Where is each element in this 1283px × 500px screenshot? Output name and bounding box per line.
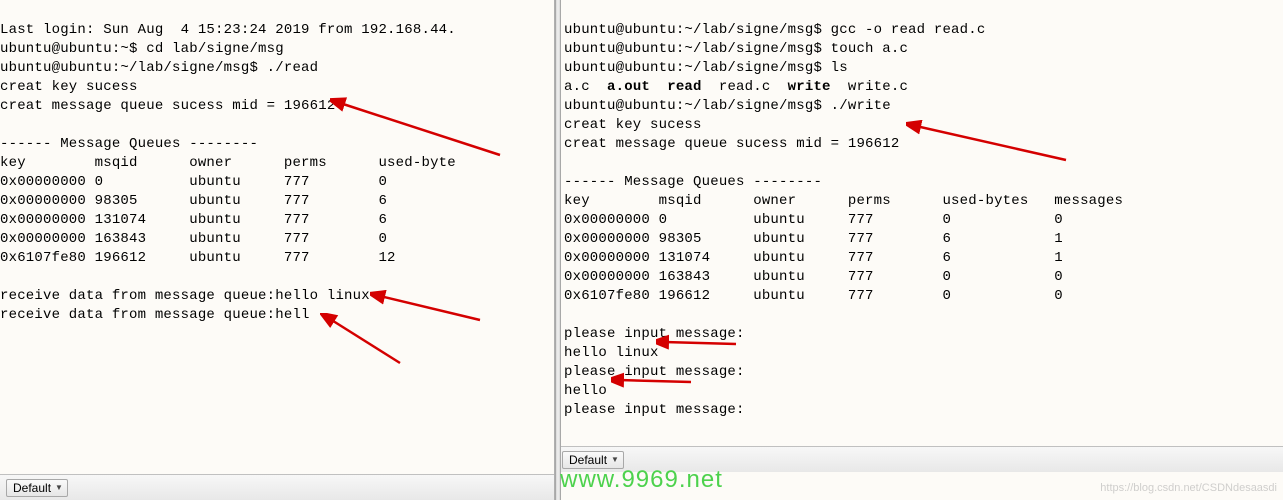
term-line: receive data from message queue:hello li… xyxy=(0,288,370,304)
term-line: a.c a.out read read.c write write.c xyxy=(564,79,908,95)
term-line: 0x00000000 0 ubuntu 777 0 xyxy=(0,174,387,190)
term-line: ubuntu@ubuntu:~/lab/signe/msg$ gcc -o re… xyxy=(564,22,985,38)
pane-divider[interactable] xyxy=(555,0,561,500)
term-line: ------ Message Queues -------- xyxy=(0,136,258,152)
status-bar-left: Default ▼ xyxy=(0,474,554,500)
term-line: key msqid owner perms used-bytes message… xyxy=(564,193,1123,209)
term-line: Last login: Sun Aug 4 15:23:24 2019 from… xyxy=(0,22,456,38)
terminal-pane-left: Last login: Sun Aug 4 15:23:24 2019 from… xyxy=(0,0,555,500)
term-line: 0x00000000 98305 ubuntu 777 6 xyxy=(0,193,387,209)
term-line: please input message: xyxy=(564,364,745,380)
term-line: hello xyxy=(564,383,607,399)
dropdown-label: Default xyxy=(13,481,51,495)
status-bar-right: Default ▼ xyxy=(556,446,1283,472)
term-line: creat key sucess xyxy=(564,117,702,133)
term-line: ubuntu@ubuntu:~/lab/signe/msg$ ls xyxy=(564,60,848,76)
term-line: please input message: xyxy=(564,326,745,342)
term-line: hello linux xyxy=(564,345,659,361)
term-line: ------ Message Queues -------- xyxy=(564,174,822,190)
term-line: ubuntu@ubuntu:~/lab/signe/msg$ ./write xyxy=(564,98,891,114)
term-line: creat message queue sucess mid = 196612 xyxy=(0,98,335,114)
term-line: creat message queue sucess mid = 196612 xyxy=(564,136,899,152)
term-line: 0x00000000 163843 ubuntu 777 0 0 xyxy=(564,269,1063,285)
term-line: creat key sucess xyxy=(0,79,138,95)
term-line: 0x00000000 131074 ubuntu 777 6 1 xyxy=(564,250,1063,266)
term-line: ubuntu@ubuntu:~$ cd lab/signe/msg xyxy=(0,41,284,57)
term-line: key msqid owner perms used-byte xyxy=(0,155,456,171)
terminal-output-left[interactable]: Last login: Sun Aug 4 15:23:24 2019 from… xyxy=(0,0,554,327)
term-line: ubuntu@ubuntu:~/lab/signe/msg$ touch a.c xyxy=(564,41,908,57)
dropdown-label: Default xyxy=(569,453,607,467)
terminal-pane-right: ubuntu@ubuntu:~/lab/signe/msg$ gcc -o re… xyxy=(556,0,1283,500)
term-line: receive data from message queue:hell xyxy=(0,307,310,323)
term-line: 0x00000000 163843 ubuntu 777 0 xyxy=(0,231,387,247)
terminal-output-right[interactable]: ubuntu@ubuntu:~/lab/signe/msg$ gcc -o re… xyxy=(556,0,1283,422)
term-line: 0x6107fe80 196612 ubuntu 777 12 xyxy=(0,250,396,266)
term-line: please input message: xyxy=(564,402,745,418)
chevron-down-icon: ▼ xyxy=(55,483,63,492)
profile-dropdown[interactable]: Default ▼ xyxy=(562,451,624,469)
term-line: 0x00000000 0 ubuntu 777 0 0 xyxy=(564,212,1063,228)
term-line: ubuntu@ubuntu:~/lab/signe/msg$ ./read xyxy=(0,60,318,76)
term-line: 0x6107fe80 196612 ubuntu 777 0 0 xyxy=(564,288,1063,304)
term-line: 0x00000000 131074 ubuntu 777 6 xyxy=(0,212,387,228)
chevron-down-icon: ▼ xyxy=(611,455,619,464)
term-line: 0x00000000 98305 ubuntu 777 6 1 xyxy=(564,231,1063,247)
profile-dropdown[interactable]: Default ▼ xyxy=(6,479,68,497)
